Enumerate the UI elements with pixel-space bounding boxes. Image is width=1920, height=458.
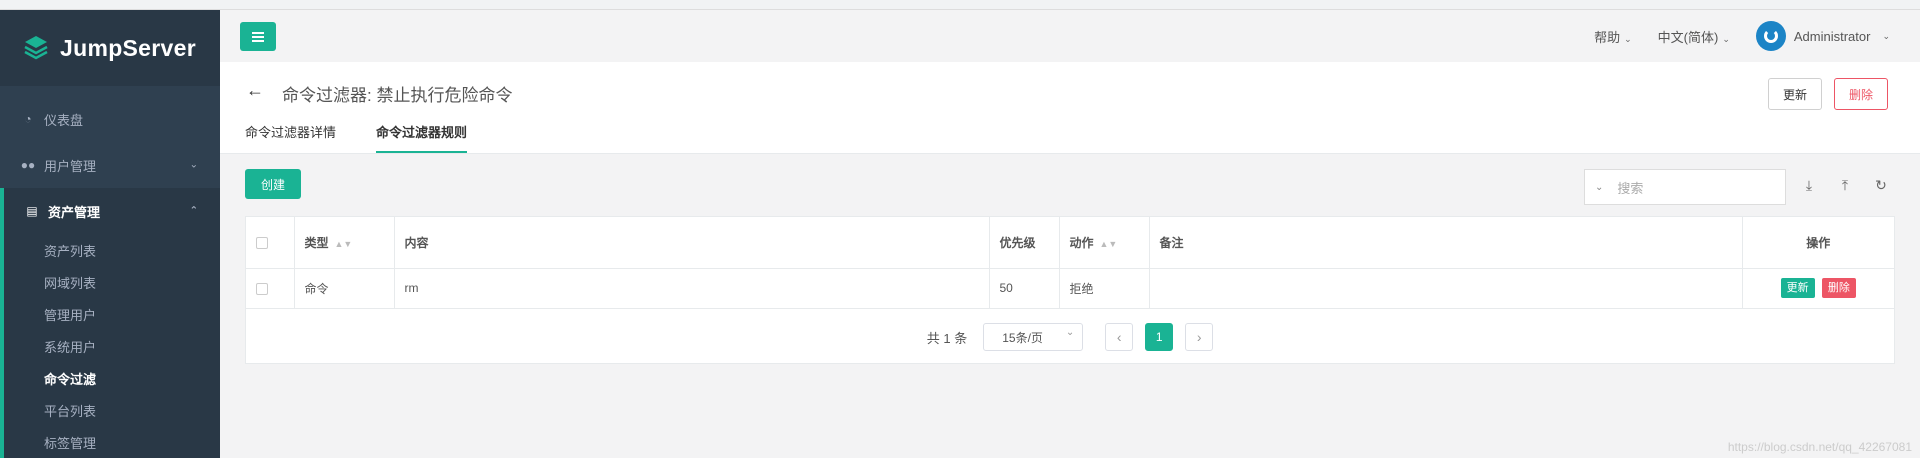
page-number-button[interactable]: 1 — [1145, 323, 1174, 351]
next-page-button[interactable]: › — [1185, 323, 1214, 351]
row-delete-button[interactable]: 删除 — [1821, 278, 1856, 298]
dashboard-icon: ◔ — [24, 112, 32, 126]
submenu-item-label-management[interactable]: 标签管理 — [4, 426, 220, 458]
submenu-item-asset-list[interactable]: 资产列表 — [4, 234, 220, 266]
browser-chrome-strip — [0, 0, 1920, 10]
help-label: 帮助 — [1594, 29, 1621, 45]
menu-toggle-button[interactable] — [240, 22, 276, 51]
search-input[interactable]: ⌄ 搜索 — [1584, 169, 1786, 205]
page-title: 命令过滤器: 禁止执行危险命令 — [282, 86, 513, 105]
user-menu[interactable]: Administrator ⌄ — [1755, 21, 1890, 51]
chevron-up-icon: ⌃ — [189, 205, 198, 217]
submenu-item-system-user[interactable]: 系统用户 — [4, 330, 220, 362]
chevron-down-icon: ⌄ — [1722, 33, 1730, 44]
table-row: 命令 rm 50 拒绝 更新 删除 — [246, 268, 1894, 309]
pagination: 共 1 条 15条/页 ‹ 1 › — [246, 323, 1894, 351]
sidebar: JumpServer ◔ 仪表盘 ●● 用户管理 ⌄ ▤ 资产管理 ⌃ 资产列表… — [0, 10, 220, 458]
sidebar-item-users[interactable]: ●● 用户管理 ⌄ — [0, 142, 220, 188]
prev-page-button[interactable]: ‹ — [1105, 323, 1134, 351]
brand-name: JumpServer — [60, 34, 196, 61]
rules-table: 类型 ▲▼ 内容 优先级 动作 ▲▼ 备注 操作 命令 rm 50 拒绝 更新 删除 — [246, 217, 1894, 309]
user-name: Administrator — [1793, 28, 1871, 44]
back-arrow-icon[interactable]: ← — [246, 80, 264, 101]
jumpserver-logo-icon — [24, 36, 48, 60]
language-label: 中文(简体) — [1657, 29, 1719, 45]
select-all-checkbox[interactable] — [256, 237, 268, 250]
pagination-total: 共 1 条 — [926, 330, 968, 346]
assets-submenu: 资产列表 网域列表 管理用户 系统用户 命令过滤 平台列表 标签管理 — [0, 234, 220, 458]
help-dropdown[interactable]: 帮助 ⌄ — [1594, 27, 1632, 46]
upload-icon[interactable]: ⤒ — [1836, 176, 1854, 194]
cell-action: 拒绝 — [1059, 268, 1150, 309]
table-header-row: 类型 ▲▼ 内容 优先级 动作 ▲▼ 备注 操作 — [246, 217, 1894, 269]
tab-filter-rules[interactable]: 命令过滤器规则 — [376, 122, 468, 153]
page-header: ← 命令过滤器: 禁止执行危险命令 更新 删除 命令过滤器详情 命令过滤器规则 — [220, 62, 1920, 154]
delete-button[interactable]: 删除 — [1834, 78, 1889, 110]
language-dropdown[interactable]: 中文(简体) ⌄ — [1658, 27, 1730, 46]
chevron-left-icon: ‹ — [1116, 329, 1122, 345]
submenu-item-command-filter[interactable]: 命令过滤 — [4, 362, 220, 394]
row-select-cell — [246, 268, 295, 309]
cell-content: rm — [394, 268, 990, 309]
row-update-button[interactable]: 更新 — [1780, 278, 1815, 298]
page-size-select[interactable]: 15条/页 — [983, 323, 1084, 351]
sidebar-item-label: 资产管理 — [48, 204, 101, 220]
submenu-item-admin-user[interactable]: 管理用户 — [4, 298, 220, 330]
inbox-icon: ▤ — [26, 204, 38, 218]
cell-priority: 50 — [989, 268, 1060, 309]
power-icon — [1763, 29, 1778, 43]
brand-logo[interactable]: JumpServer — [0, 10, 220, 86]
download-icon[interactable]: ⤓ — [1800, 176, 1818, 194]
watermark: https://blog.csdn.net/qq_42267081 — [1727, 440, 1912, 454]
column-header-type[interactable]: 类型 ▲▼ — [294, 217, 395, 269]
sidebar-item-dashboard[interactable]: ◔ 仪表盘 — [0, 96, 220, 142]
column-header-action[interactable]: 动作 ▲▼ — [1059, 217, 1150, 269]
update-button[interactable]: 更新 — [1768, 78, 1823, 110]
avatar — [1755, 21, 1786, 51]
chevron-down-icon: ⌄ — [189, 159, 198, 171]
submenu-item-platform-list[interactable]: 平台列表 — [4, 394, 220, 426]
row-checkbox[interactable] — [256, 282, 268, 295]
submenu-item-domain-list[interactable]: 网域列表 — [4, 266, 220, 298]
refresh-icon[interactable]: ↻ — [1872, 176, 1890, 194]
header-right: 帮助 ⌄ 中文(简体) ⌄ Administrator ⌄ — [1594, 10, 1890, 62]
sort-icon[interactable]: ▲▼ — [1100, 239, 1118, 249]
column-header-content: 内容 — [394, 217, 990, 269]
select-all-cell — [246, 217, 295, 269]
cell-note — [1149, 268, 1743, 309]
cell-type: 命令 — [294, 268, 395, 309]
hamburger-icon — [252, 35, 264, 38]
top-header: 帮助 ⌄ 中文(简体) ⌄ Administrator ⌄ — [220, 10, 1920, 62]
sort-icon[interactable]: ▲▼ — [335, 239, 353, 249]
column-header-operations: 操作 — [1742, 217, 1894, 269]
rules-table-card: 类型 ▲▼ 内容 优先级 动作 ▲▼ 备注 操作 命令 rm 50 拒绝 更新 删除 — [245, 216, 1895, 364]
chevron-down-icon[interactable]: ⌄ — [1595, 182, 1603, 193]
column-header-note: 备注 — [1149, 217, 1743, 269]
tabs: 命令过滤器详情 命令过滤器规则 — [245, 122, 468, 153]
cell-operations: 更新 删除 — [1742, 268, 1894, 309]
sidebar-item-assets[interactable]: ▤ 资产管理 ⌃ — [0, 188, 220, 234]
sidebar-item-label: 用户管理 — [44, 158, 97, 174]
users-icon: ●● — [20, 158, 36, 172]
chevron-right-icon: › — [1196, 329, 1202, 345]
tab-filter-detail[interactable]: 命令过滤器详情 — [245, 122, 336, 153]
chevron-down-icon: ⌄ — [1624, 33, 1632, 44]
sidebar-item-label: 仪表盘 — [44, 112, 84, 128]
search-placeholder: 搜索 — [1617, 180, 1644, 196]
create-button[interactable]: 创建 — [245, 169, 302, 199]
column-header-priority: 优先级 — [989, 217, 1060, 269]
chevron-down-icon: ⌄ — [1882, 30, 1890, 41]
